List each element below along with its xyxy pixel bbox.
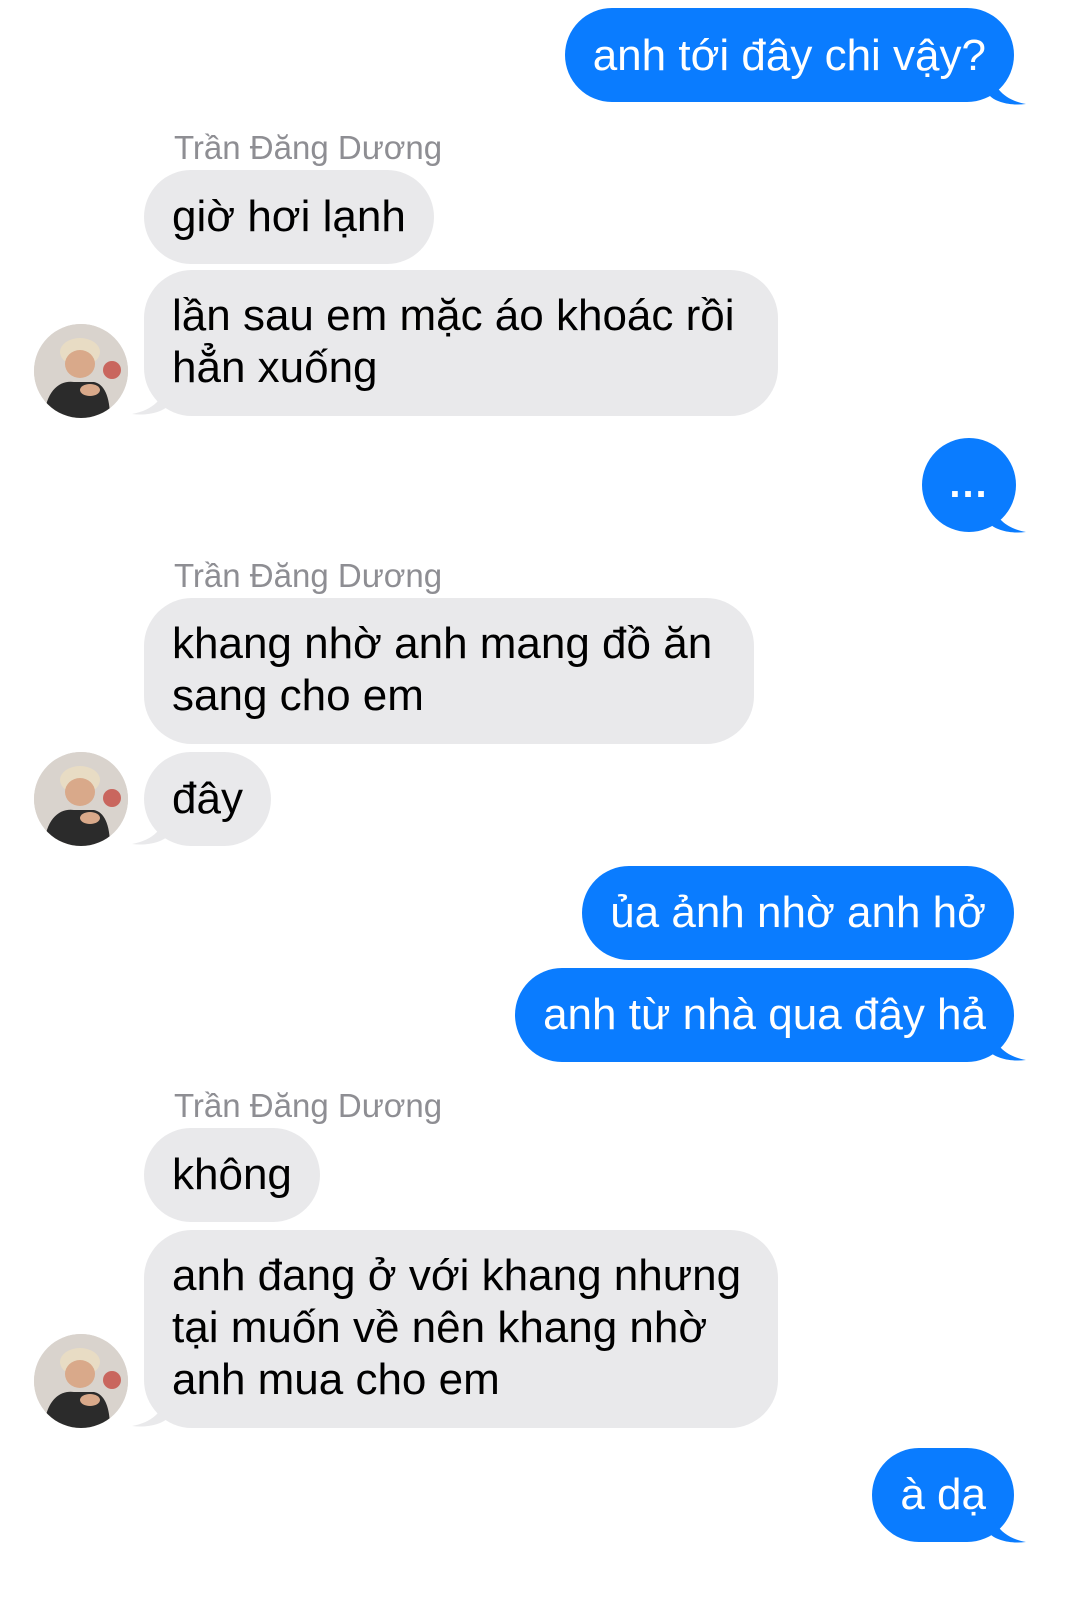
person-photo-icon	[34, 752, 128, 846]
incoming-message-bubble[interactable]: lần sau em mặc áo khoác rồi hẳn xuống	[144, 270, 778, 416]
sender-name-label: Trần Đăng Dương	[174, 129, 443, 166]
incoming-bubble-tail	[132, 380, 168, 415]
outgoing-message-bubble[interactable]: ủa ảnh nhờ anh hở	[582, 866, 1014, 960]
contact-avatar[interactable]	[34, 324, 128, 418]
outgoing-message-bubble[interactable]: anh tới đây chi vậy?	[564, 8, 1014, 102]
outgoing-message-bubble[interactable]: anh từ nhà qua đây hả	[515, 968, 1014, 1062]
contact-avatar[interactable]	[34, 1334, 128, 1428]
incoming-message-bubble[interactable]: không	[144, 1128, 320, 1222]
sender-name-label: Trần Đăng Dương	[174, 1087, 443, 1124]
outgoing-bubble-tail	[990, 1026, 1026, 1061]
contact-avatar[interactable]	[34, 752, 128, 846]
outgoing-bubble-tail	[990, 70, 1026, 105]
incoming-message-bubble[interactable]: giờ hơi lạnh	[144, 170, 434, 264]
incoming-message-bubble[interactable]: anh đang ở với khang nhưng tại muốn về n…	[144, 1230, 778, 1428]
incoming-message-bubble[interactable]: khang nhờ anh mang đồ ăn sang cho em	[144, 598, 754, 744]
incoming-bubble-tail	[132, 810, 168, 845]
message-thread: anh tới đây chi vậy? Trần Đăng Dương giờ…	[0, 0, 1080, 1613]
person-photo-icon	[34, 1334, 128, 1428]
person-photo-icon	[34, 324, 128, 418]
incoming-bubble-tail	[132, 1392, 168, 1427]
sender-name-label: Trần Đăng Dương	[174, 557, 443, 594]
outgoing-bubble-tail	[990, 498, 1026, 533]
outgoing-bubble-tail	[990, 1508, 1026, 1543]
